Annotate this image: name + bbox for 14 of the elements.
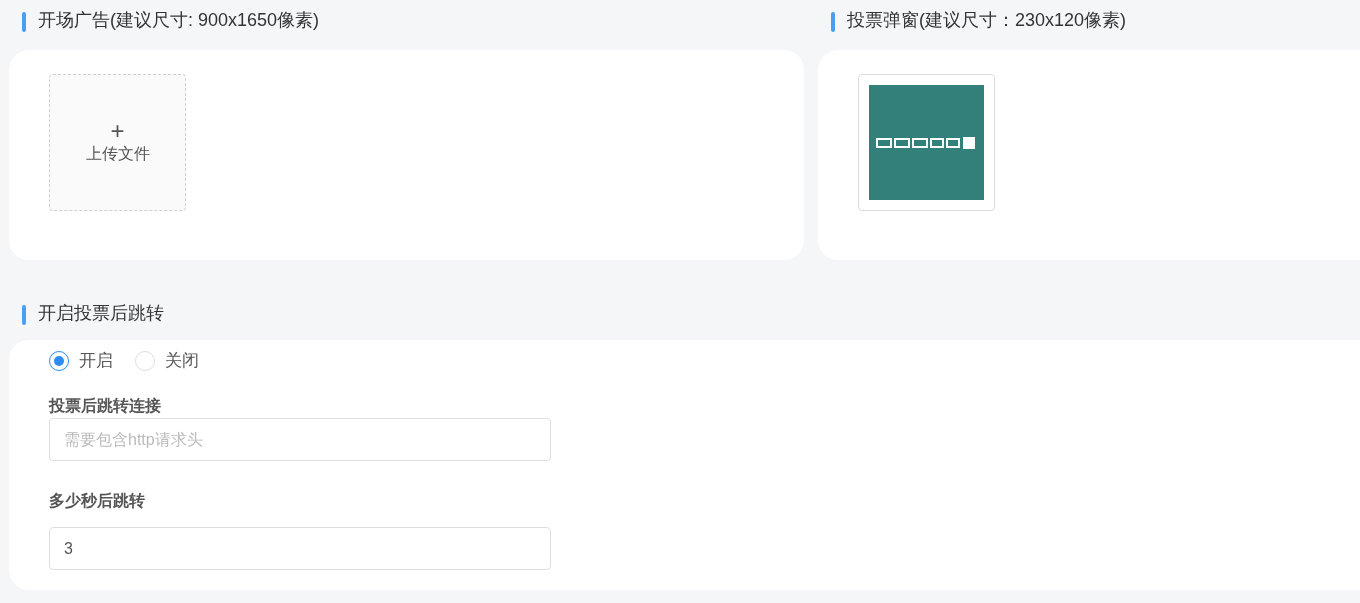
section-title: 开场广告(建议尺寸: 900x1650像素): [38, 8, 320, 32]
upload-button[interactable]: + 上传文件: [49, 74, 186, 211]
radio-option[interactable]: 开启: [49, 348, 113, 374]
section-title: 开启投票后跳转: [38, 301, 164, 325]
input-field[interactable]: 3: [49, 527, 551, 570]
section-title: 投票弹窗(建议尺寸：230x120像素): [847, 8, 1127, 32]
field-label: 投票后跳转连接: [49, 396, 162, 416]
image-thumbnail[interactable]: [858, 74, 995, 211]
accent-bar: [22, 305, 26, 325]
field-label: 多少秒后跳转: [49, 491, 146, 511]
radio-option[interactable]: 关闭: [135, 348, 199, 374]
accent-bar: [831, 12, 835, 32]
accent-bar: [22, 12, 26, 32]
input-field[interactable]: 需要包含http请求头: [49, 418, 551, 461]
